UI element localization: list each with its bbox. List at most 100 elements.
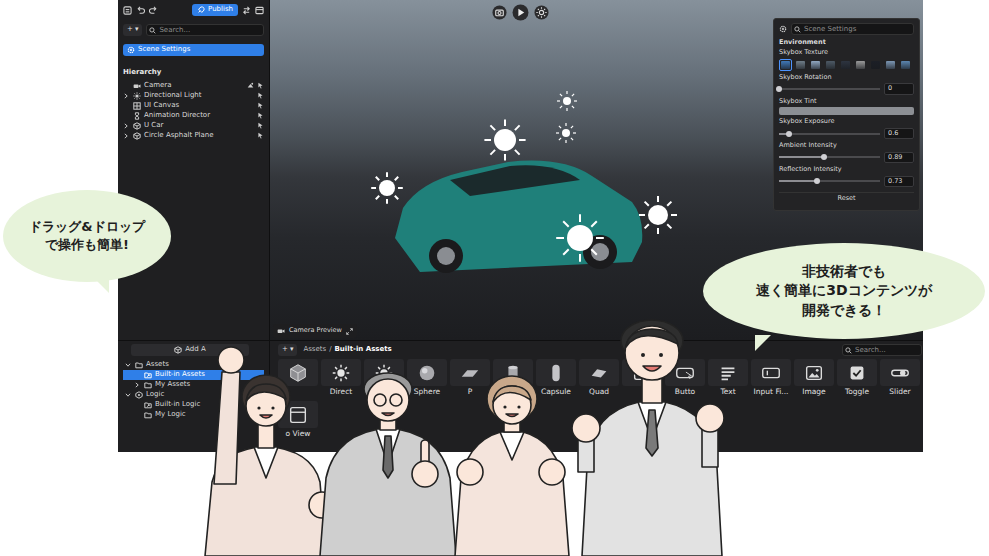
slider-knob[interactable] xyxy=(814,178,820,184)
skybox-thumbnail[interactable] xyxy=(884,59,897,71)
value-field[interactable]: 0 xyxy=(884,83,914,94)
add-object-button[interactable]: +▾ xyxy=(123,24,142,36)
asset-tile[interactable]: Image xyxy=(794,359,834,397)
hierarchy-item[interactable]: Camera xyxy=(123,81,264,91)
asset-tree-item[interactable]: Assets xyxy=(123,360,264,370)
asset-tree-item[interactable]: My Assets xyxy=(123,380,264,390)
chevron-down-icon[interactable] xyxy=(125,362,131,368)
asset-browser-header: +▾Assets/Built-in Assets xyxy=(278,344,922,356)
chevron-right-icon[interactable] xyxy=(123,133,129,139)
scene-settings-field[interactable] xyxy=(791,23,914,35)
menu-icon[interactable] xyxy=(123,6,132,15)
skybox-thumbnail[interactable] xyxy=(779,59,792,71)
publish-button[interactable]: Publish xyxy=(192,4,238,16)
chevron-right-icon[interactable] xyxy=(134,382,140,388)
hierarchy-item[interactable]: Animation Director xyxy=(123,111,264,121)
slider-knob[interactable] xyxy=(821,154,827,160)
asset-search[interactable] xyxy=(842,344,922,356)
speech-bubble-line: 開発できる！ xyxy=(802,301,886,320)
skybox-thumbnail[interactable] xyxy=(794,59,807,71)
value-field[interactable]: 0.89 xyxy=(884,152,914,163)
asset-tile[interactable]: P xyxy=(450,359,490,397)
redo-icon[interactable] xyxy=(149,6,158,15)
hierarchy-item-label: U Car xyxy=(144,122,163,130)
hierarchy-item[interactable]: Directional Light xyxy=(123,91,264,101)
undo-icon[interactable] xyxy=(136,6,145,15)
skybox-thumbnail[interactable] xyxy=(809,59,822,71)
lighting-icon[interactable] xyxy=(534,4,549,21)
skybox-thumbnail[interactable] xyxy=(824,59,837,71)
asset-tile[interactable] xyxy=(278,359,318,397)
scene-settings-label: Scene Settings xyxy=(138,46,190,54)
property-row: Ambient Intensity0.89 xyxy=(779,142,914,163)
asset-tile[interactable] xyxy=(622,359,662,397)
expand-icon[interactable] xyxy=(346,328,353,335)
screenshot-icon[interactable] xyxy=(492,4,507,21)
slider-track[interactable] xyxy=(779,133,880,135)
tint-swatch[interactable] xyxy=(779,107,914,115)
scene-view-icon[interactable] xyxy=(247,82,254,89)
asset-tile-label: P xyxy=(468,386,473,397)
asset-tree-item[interactable]: Built-in Assets xyxy=(123,370,264,380)
hierarchy-list: CameraDirectional LightUI CanvasAnimatio… xyxy=(123,81,264,141)
select-pointer-icon[interactable] xyxy=(257,112,264,119)
asset-tile[interactable]: Text xyxy=(708,359,748,397)
plane-icon xyxy=(450,359,490,386)
folder-link-icon xyxy=(144,371,152,379)
play-icon[interactable] xyxy=(512,4,529,21)
skybox-thumbnail[interactable] xyxy=(854,59,867,71)
asset-tree-panel: Add A AssetsBuilt-in AssetsMy AssetsLogic… xyxy=(118,341,270,452)
slider-track[interactable] xyxy=(779,156,880,158)
slider-knob[interactable] xyxy=(776,86,782,92)
asset-tree-item[interactable]: Built-in Logic xyxy=(123,400,264,410)
swap-icon[interactable] xyxy=(242,6,251,15)
hierarchy-item[interactable]: UI Canvas xyxy=(123,101,264,111)
asset-tree-item[interactable]: My Logic xyxy=(123,410,264,420)
chevron-down-icon[interactable] xyxy=(125,392,131,398)
reset-button[interactable]: Reset xyxy=(779,192,914,204)
slider-knob[interactable] xyxy=(786,131,792,137)
object-icon xyxy=(133,132,141,140)
value-field[interactable]: 0.73 xyxy=(884,176,914,187)
layout-icon[interactable] xyxy=(255,6,264,15)
asset-tile[interactable]: Butto xyxy=(665,359,705,397)
asset-tree-item[interactable]: Logic xyxy=(123,390,264,400)
breadcrumb-item[interactable]: Built-in Assets xyxy=(335,346,392,354)
chevron-right-icon[interactable] xyxy=(123,93,129,99)
asset-tile[interactable]: Toggle xyxy=(837,359,877,397)
scene-settings-item[interactable]: Scene Settings xyxy=(123,44,264,56)
hierarchy-item[interactable]: Circle Asphalt Plane xyxy=(123,131,264,141)
add-button[interactable]: +▾ xyxy=(278,344,297,356)
asset-tile[interactable]: Slider xyxy=(880,359,920,397)
slider-track[interactable] xyxy=(779,180,880,182)
asset-tile[interactable]: Direct xyxy=(321,359,361,397)
skybox-thumbnail[interactable] xyxy=(899,59,912,71)
hierarchy-item[interactable]: U Car xyxy=(123,121,264,131)
view-icon xyxy=(278,401,318,428)
slider-track[interactable] xyxy=(779,88,880,90)
asset-tile[interactable]: Sphere xyxy=(407,359,447,397)
skybox-thumbnail[interactable] xyxy=(869,59,882,71)
skybox-swatch xyxy=(901,61,910,69)
select-pointer-icon[interactable] xyxy=(257,102,264,109)
asset-tile[interactable]: Input Fi... xyxy=(751,359,791,397)
skybox-swatch xyxy=(871,61,880,69)
hierarchy-search[interactable] xyxy=(146,24,264,36)
value-field[interactable]: 0.6 xyxy=(884,128,914,139)
add-asset-button[interactable]: Add A xyxy=(131,344,249,356)
chevron-right-icon[interactable] xyxy=(123,123,129,129)
select-pointer-icon[interactable] xyxy=(257,132,264,139)
asset-tile[interactable] xyxy=(364,359,404,397)
select-pointer-icon[interactable] xyxy=(257,122,264,129)
camera-preview-tab[interactable]: Camera Preview xyxy=(273,324,357,338)
breadcrumb-item[interactable]: Assets xyxy=(303,346,326,354)
asset-tile[interactable]: Capsule xyxy=(536,359,576,397)
asset-tile[interactable] xyxy=(493,359,533,397)
asset-tile[interactable]: Quad xyxy=(579,359,619,397)
select-pointer-icon[interactable] xyxy=(257,82,264,89)
gear-icon[interactable] xyxy=(779,25,787,33)
select-pointer-icon[interactable] xyxy=(257,92,264,99)
skybox-thumbnail[interactable] xyxy=(839,59,852,71)
scene-settings-header xyxy=(779,23,914,35)
asset-tile[interactable]: o View xyxy=(278,401,318,439)
